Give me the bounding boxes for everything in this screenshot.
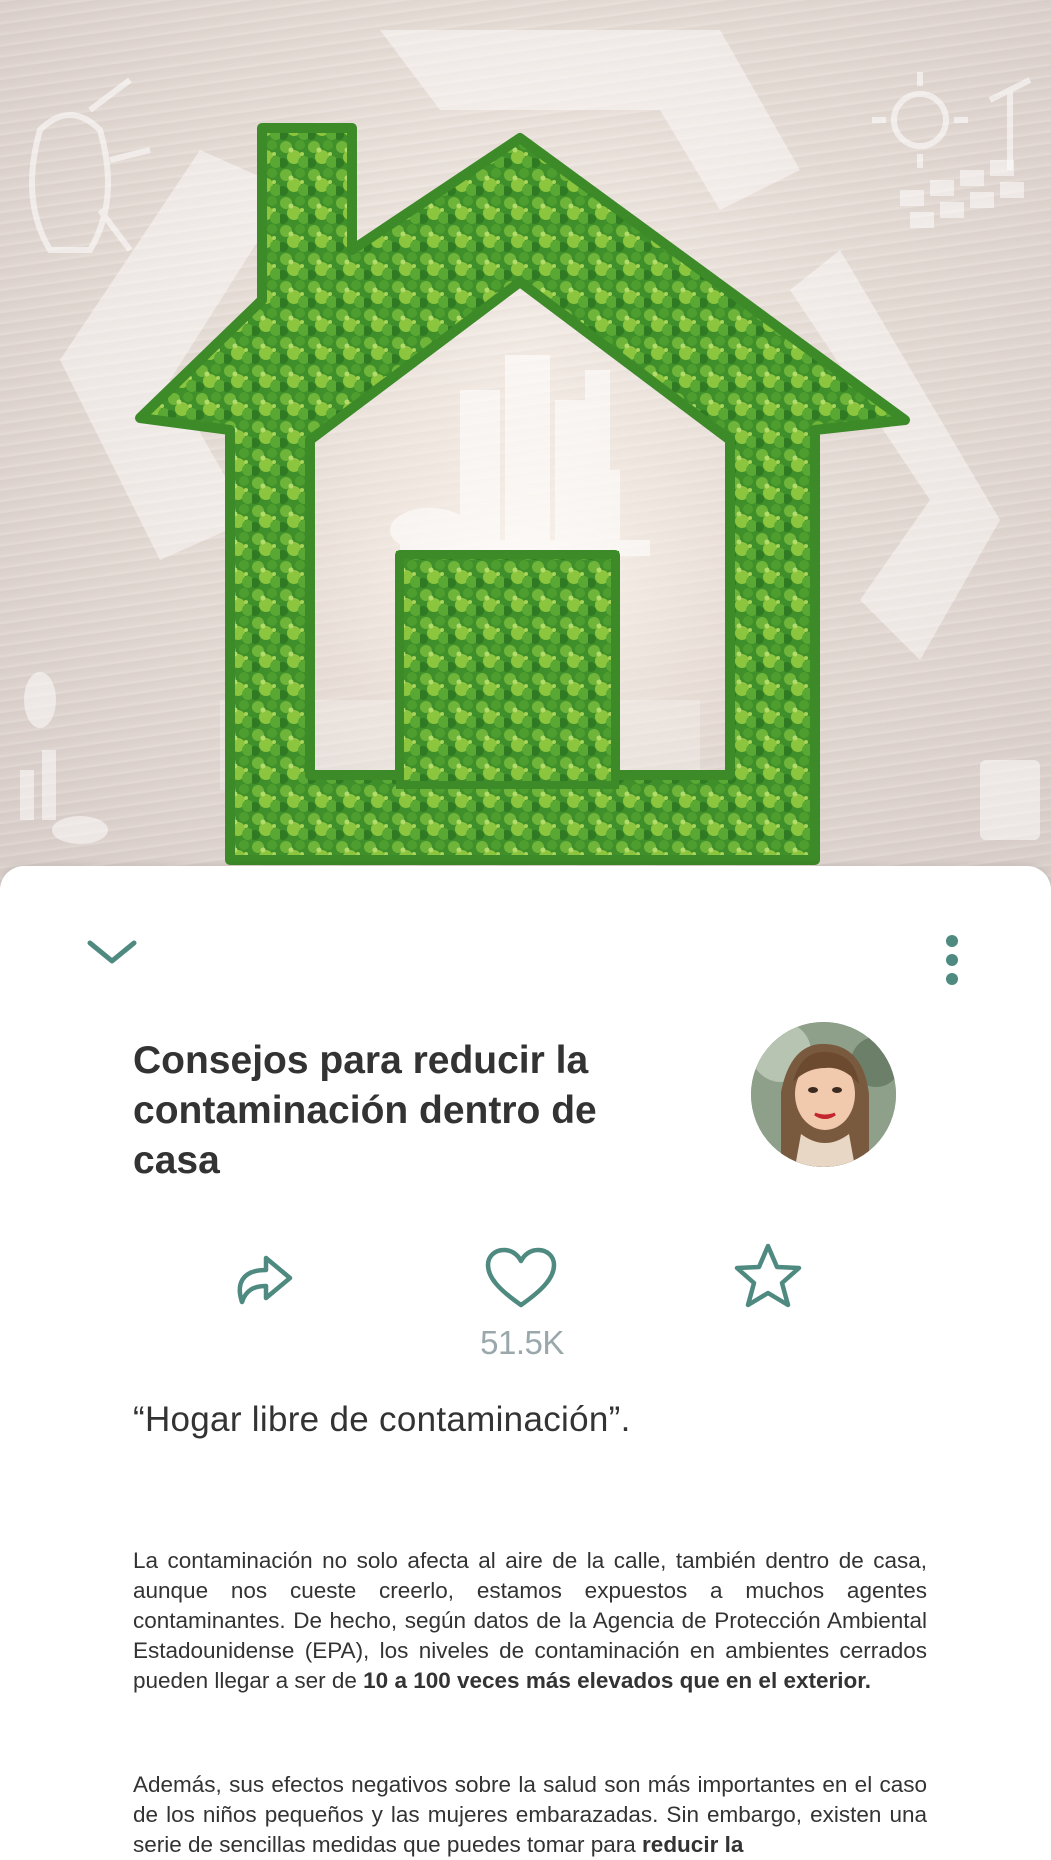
- collapse-button[interactable]: [80, 924, 144, 980]
- article-sheet: Consejos para reducir la contaminación d…: [0, 866, 1051, 1860]
- author-avatar[interactable]: [751, 1022, 896, 1167]
- author-avatar-photo: [751, 1022, 896, 1167]
- more-vertical-icon: [946, 935, 958, 985]
- paragraph-highlight: reducir la: [642, 1832, 744, 1857]
- star-icon: [734, 1243, 802, 1308]
- leaf-house-illustration: [20, 30, 1040, 865]
- chevron-down-icon: [87, 940, 137, 964]
- like-button[interactable]: [480, 1244, 562, 1314]
- hero-image: [0, 0, 1051, 900]
- heart-icon: [485, 1247, 557, 1308]
- paragraph-text: Además, sus efectos negativos sobre la s…: [133, 1772, 927, 1857]
- paragraph-highlight: 10 a 100 veces más elevados que en el ex…: [363, 1668, 871, 1693]
- article-paragraph-1: La contaminación no solo afecta al aire …: [133, 1546, 927, 1696]
- article-paragraph-2: Además, sus efectos negativos sobre la s…: [133, 1770, 927, 1860]
- article-quote: “Hogar libre de contaminación”.: [133, 1400, 631, 1439]
- article-screen: Consejos para reducir la contaminación d…: [0, 0, 1051, 1860]
- more-options-button[interactable]: [930, 928, 974, 992]
- like-count: 51.5K: [480, 1324, 564, 1361]
- favorite-button[interactable]: [730, 1238, 806, 1314]
- share-button[interactable]: [226, 1244, 302, 1314]
- share-icon: [237, 1255, 293, 1305]
- article-title: Consejos para reducir la contaminación d…: [133, 1039, 597, 1182]
